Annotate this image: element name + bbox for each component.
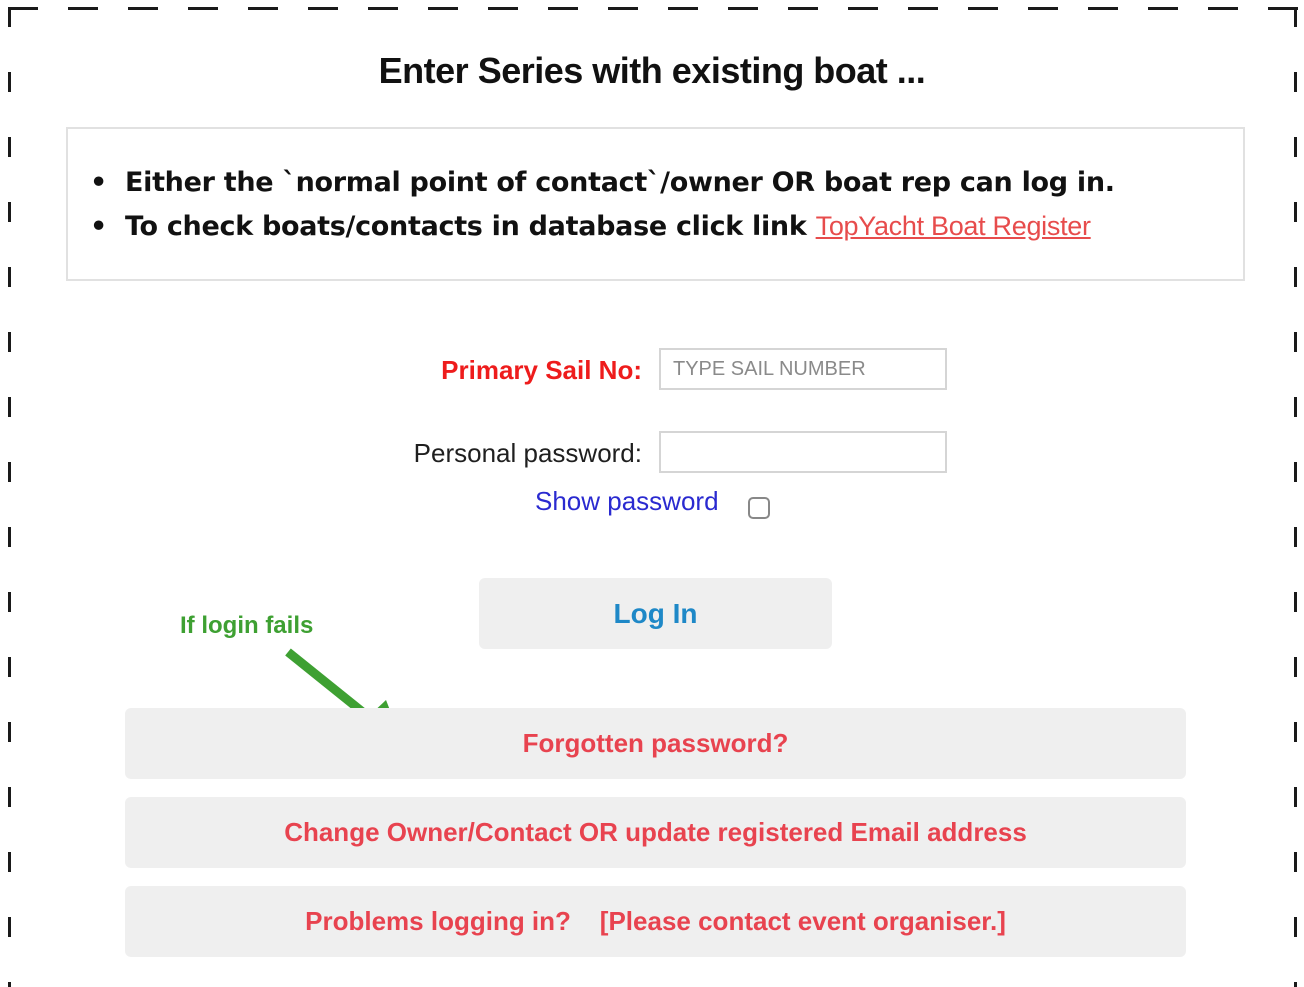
forgotten-password-button[interactable]: Forgotten password? — [125, 708, 1186, 779]
login-button[interactable]: Log In — [479, 578, 832, 649]
problems-logging-in-text: Problems logging in? [Please contact eve… — [305, 906, 1006, 936]
show-password-checkbox[interactable] — [748, 497, 770, 519]
frame-right-border — [1294, 7, 1297, 987]
sail-number-input[interactable] — [659, 348, 947, 390]
show-password-label[interactable]: Show password — [535, 486, 719, 517]
change-owner-button[interactable]: Change Owner/Contact OR update registere… — [125, 797, 1186, 868]
frame-left-border — [8, 7, 11, 987]
sail-number-label: Primary Sail No: — [441, 355, 642, 385]
password-input[interactable] — [659, 431, 947, 473]
page-title: Enter Series with existing boat ... — [378, 50, 926, 91]
notice-item-register-text: To check boats/contacts in database clic… — [124, 211, 816, 242]
notice-box: Either the `normal point of contact`/own… — [66, 127, 1245, 281]
notice-item-register: To check boats/contacts in database clic… — [90, 211, 1091, 242]
login-fails-annotation: If login fails — [180, 612, 314, 639]
problems-logging-in-button[interactable]: Problems logging in? [Please contact eve… — [125, 886, 1186, 957]
boat-register-link[interactable]: TopYacht Boat Register — [816, 211, 1091, 241]
frame-top-border — [8, 7, 1298, 10]
password-label: Personal password: — [413, 438, 642, 468]
notice-item-login: Either the `normal point of contact`/own… — [90, 167, 1115, 198]
notice-item-login-text: Either the `normal point of contact`/own… — [124, 167, 1115, 198]
